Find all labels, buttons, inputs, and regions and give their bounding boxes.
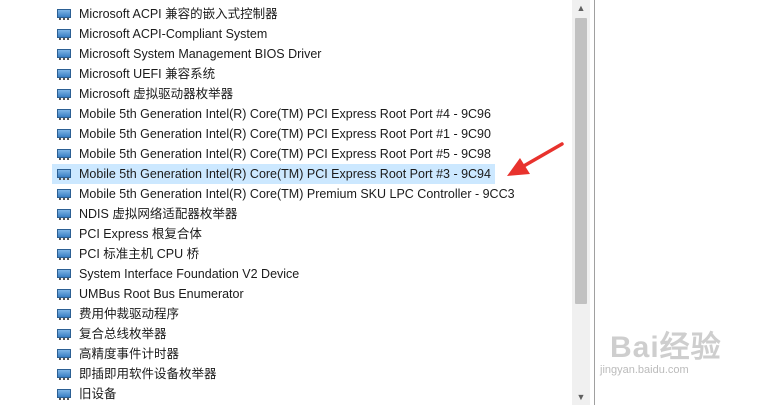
device-item-selected[interactable]: Mobile 5th Generation Intel(R) Core(TM) … [52, 164, 495, 184]
device-icon [56, 67, 72, 81]
device-icon [56, 287, 72, 301]
device-item[interactable]: NDIS 虚拟网络适配器枚举器 [52, 204, 241, 224]
device-icon [56, 47, 72, 61]
device-item[interactable]: 即插即用软件设备枚举器 [52, 364, 221, 384]
device-label: System Interface Foundation V2 Device [79, 267, 300, 281]
device-item[interactable]: Microsoft UEFI 兼容系统 [52, 64, 219, 84]
scroll-up-icon[interactable]: ▲ [572, 0, 590, 16]
device-item[interactable]: PCI Express 根复合体 [52, 224, 206, 244]
device-item[interactable]: UMBus Root Bus Enumerator [52, 284, 248, 304]
device-item[interactable]: System Interface Foundation V2 Device [52, 264, 303, 284]
device-label: UMBus Root Bus Enumerator [79, 287, 244, 301]
device-icon [56, 207, 72, 221]
vertical-scrollbar[interactable]: ▲ ▼ [572, 0, 590, 405]
device-label: NDIS 虚拟网络适配器枚举器 [79, 207, 238, 221]
scroll-down-icon[interactable]: ▼ [572, 389, 590, 405]
device-icon [56, 347, 72, 361]
device-label: Microsoft ACPI-Compliant System [79, 27, 268, 41]
device-label: Mobile 5th Generation Intel(R) Core(TM) … [79, 167, 491, 181]
device-label: Microsoft ACPI 兼容的嵌入式控制器 [79, 7, 278, 21]
device-tree: Microsoft ACPI 兼容的嵌入式控制器 Microsoft ACPI-… [0, 4, 572, 405]
device-icon [56, 367, 72, 381]
device-item[interactable]: 高精度事件计时器 [52, 344, 183, 364]
device-label: 费用仲裁驱动程序 [79, 307, 180, 321]
device-item[interactable]: Mobile 5th Generation Intel(R) Core(TM) … [52, 184, 519, 204]
device-item[interactable]: 复合总线枚举器 [52, 324, 171, 344]
device-label: Mobile 5th Generation Intel(R) Core(TM) … [79, 187, 515, 201]
device-label: PCI 标准主机 CPU 桥 [79, 247, 200, 261]
device-item[interactable]: Mobile 5th Generation Intel(R) Core(TM) … [52, 104, 495, 124]
device-label: Microsoft UEFI 兼容系统 [79, 67, 216, 81]
device-icon [56, 107, 72, 121]
device-item[interactable]: 费用仲裁驱动程序 [52, 304, 183, 324]
device-icon [56, 267, 72, 281]
device-icon [56, 247, 72, 261]
device-item[interactable]: PCI 标准主机 CPU 桥 [52, 244, 203, 264]
device-icon [56, 127, 72, 141]
device-icon [56, 227, 72, 241]
device-label: PCI Express 根复合体 [79, 227, 202, 241]
device-icon [56, 7, 72, 21]
watermark-brand: Bai经验 [610, 331, 722, 364]
device-label: Mobile 5th Generation Intel(R) Core(TM) … [79, 127, 491, 141]
device-item[interactable]: Mobile 5th Generation Intel(R) Core(TM) … [52, 124, 495, 144]
device-icon [56, 147, 72, 161]
device-label: Microsoft System Management BIOS Driver [79, 47, 322, 61]
device-label: Mobile 5th Generation Intel(R) Core(TM) … [79, 107, 491, 121]
device-icon [56, 327, 72, 341]
device-label: 复合总线枚举器 [79, 327, 167, 341]
device-label: 高精度事件计时器 [79, 347, 180, 361]
device-item[interactable]: Microsoft System Management BIOS Driver [52, 44, 325, 64]
device-item[interactable]: Mobile 5th Generation Intel(R) Core(TM) … [52, 144, 495, 164]
watermark: Bai经验 jingyan.baidu.com [596, 318, 772, 388]
scroll-thumb[interactable] [575, 18, 587, 304]
device-item[interactable]: Microsoft ACPI 兼容的嵌入式控制器 [52, 4, 282, 24]
device-icon [56, 167, 72, 181]
device-label: Microsoft 虚拟驱动器枚举器 [79, 87, 234, 101]
device-icon [56, 187, 72, 201]
device-item[interactable]: Microsoft ACPI-Compliant System [52, 24, 271, 44]
device-icon [56, 87, 72, 101]
device-icon [56, 27, 72, 41]
device-icon [56, 387, 72, 401]
device-item[interactable]: 旧设备 [52, 384, 121, 404]
device-item[interactable]: Microsoft 虚拟驱动器枚举器 [52, 84, 237, 104]
watermark-url: jingyan.baidu.com [600, 364, 689, 376]
device-label: 即插即用软件设备枚举器 [79, 367, 217, 381]
device-icon [56, 307, 72, 321]
device-label: Mobile 5th Generation Intel(R) Core(TM) … [79, 147, 491, 161]
device-label: 旧设备 [79, 387, 117, 401]
